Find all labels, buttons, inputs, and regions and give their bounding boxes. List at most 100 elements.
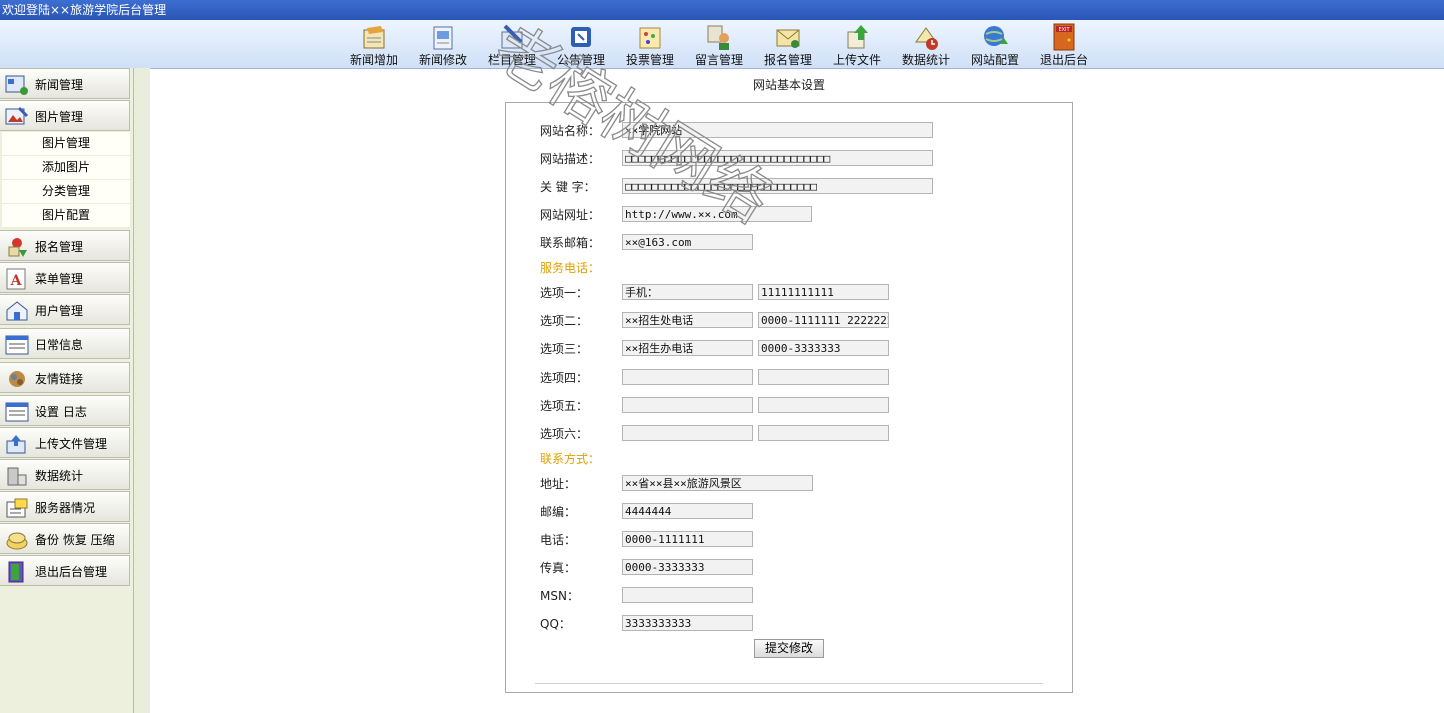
site-config-icon xyxy=(984,26,1008,46)
toolbar-label: 数据统计 xyxy=(901,53,950,67)
option-3-value-input[interactable]: 0000-3333333 xyxy=(758,340,889,356)
toolbar-news-add-button[interactable]: 新闻增加 xyxy=(342,22,406,68)
toolbar-exit-button[interactable]: EXIT 退出后台 xyxy=(1032,22,1096,68)
toolbar-notice-manage-button[interactable]: 公告管理 xyxy=(549,22,613,68)
toolbar-signup-manage-button[interactable]: 报名管理 xyxy=(756,22,820,68)
toolbar-label: 上传文件 xyxy=(832,53,881,67)
option-1-name-input[interactable]: 手机： xyxy=(622,284,753,300)
phone-input[interactable]: 0000-1111111 xyxy=(622,531,753,547)
qq-input[interactable]: 3333333333 xyxy=(622,615,753,631)
toolbar-vote-manage-button[interactable]: 投票管理 xyxy=(618,22,682,68)
option-1-label: 选项一： xyxy=(540,286,589,300)
exit-badge-text: EXIT xyxy=(1058,27,1070,33)
sidebar-item-label: 用户管理 xyxy=(35,304,84,318)
sidebar-item-statistics[interactable]: 数据统计 xyxy=(0,459,130,490)
sidebar-item-label: 日常信息 xyxy=(35,338,84,352)
sidebar-item-logout[interactable]: 退出后台管理 xyxy=(0,555,130,586)
toolbar-column-manage-button[interactable]: 栏目管理 xyxy=(480,22,544,68)
toolbar-message-manage-button[interactable]: 留言管理 xyxy=(687,22,751,68)
option-1-value-input[interactable]: 11111111111 xyxy=(758,284,889,300)
title-bar: 欢迎登陆××旅游学院后台管理 xyxy=(0,0,1444,20)
sidebar-item-label: 图片管理 xyxy=(35,110,84,124)
sidebar-item-user[interactable]: 用户管理 xyxy=(0,294,130,325)
sidebar-subitem-picture-manage[interactable]: 图片管理 xyxy=(2,132,130,156)
submit-button[interactable]: 提交修改 xyxy=(754,639,824,658)
sidebar-item-label: 新闻管理 xyxy=(35,78,84,92)
toolbar-site-config-button[interactable]: 网站配置 xyxy=(963,22,1027,68)
site-desc-input[interactable]: □□□□□□□□□□□□□□□□□□□□□□□□□□□□□□□ xyxy=(622,150,933,166)
logout-icon xyxy=(8,561,24,583)
user-icon xyxy=(6,301,28,321)
site-url-label: 网站网址： xyxy=(540,208,601,222)
link-icon xyxy=(9,371,25,387)
zipcode-input[interactable]: 4444444 xyxy=(622,503,753,519)
news-add-icon xyxy=(363,26,385,49)
address-input[interactable]: ××省××县××旅游风景区 xyxy=(622,475,813,491)
toolbar-label: 退出后台 xyxy=(1039,53,1088,67)
sidebar-item-label: 备份 恢复 压缩 xyxy=(35,533,115,547)
toolbar-label: 公告管理 xyxy=(556,53,605,67)
sidebar-item-signup[interactable]: 报名管理 xyxy=(0,230,130,261)
qq-label: QQ： xyxy=(540,617,571,631)
upload-file-icon xyxy=(847,25,868,49)
daily-info-icon xyxy=(5,335,29,355)
message-manage-icon xyxy=(707,25,729,50)
phone-label: 电话： xyxy=(540,533,577,547)
sidebar-item-upload-file-manage[interactable]: 上传文件管理 xyxy=(0,427,130,458)
email-input[interactable]: ××@163.com xyxy=(622,234,753,250)
option-5-value-input[interactable] xyxy=(758,397,889,413)
site-desc-label: 网站描述： xyxy=(540,152,601,166)
option-2-value-input[interactable]: 0000-1111111 2222222 xyxy=(758,312,889,328)
sidebar-item-backup[interactable]: 备份 恢复 压缩 xyxy=(0,523,130,554)
keywords-input[interactable]: □□□□□□□□□□□□□□□□□□□□□□□□□□□□□ xyxy=(622,178,933,194)
toolbar-upload-file-button[interactable]: 上传文件 xyxy=(825,22,889,68)
top-toolbar: 新闻增加 新闻修改 栏目管理 公告管理 投票管理 留言管理 报名管理 上传文件 … xyxy=(0,20,1444,69)
toolbar-label: 投票管理 xyxy=(625,53,674,67)
site-url-input[interactable]: http://www.××.com xyxy=(622,206,812,222)
msn-input[interactable] xyxy=(622,587,753,603)
news-icon xyxy=(5,75,28,95)
sidebar-item-label: 数据统计 xyxy=(35,469,84,483)
sidebar-item-label: 菜单管理 xyxy=(35,272,84,286)
notice-manage-icon xyxy=(571,27,591,47)
sidebar-item-daily-info[interactable]: 日常信息 xyxy=(0,328,130,359)
column-manage-icon xyxy=(501,24,523,49)
sidebar-item-settings-log[interactable]: 设置 日志 xyxy=(0,395,130,426)
sidebar-item-friend-links[interactable]: 友情链接 xyxy=(0,362,130,393)
keywords-label: 关 键 字： xyxy=(540,180,596,194)
site-name-input[interactable]: ××学院网站 xyxy=(622,122,933,138)
option-2-name-input[interactable]: ××招生处电话 xyxy=(622,312,753,328)
toolbar-label: 报名管理 xyxy=(763,53,812,67)
toolbar-statistics-button[interactable]: 数据统计 xyxy=(894,22,958,68)
statistics-icon xyxy=(915,27,938,50)
sidebar-subitem-add-picture[interactable]: 添加图片 xyxy=(2,156,130,180)
server-icon xyxy=(6,498,28,518)
menu-icon-letter: A xyxy=(10,273,23,289)
toolbar-label: 新闻增加 xyxy=(349,53,398,67)
sidebar-item-menu[interactable]: A 菜单管理 xyxy=(0,262,130,293)
sidebar-item-server[interactable]: 服务器情况 xyxy=(0,491,130,522)
sidebar-splitter[interactable] xyxy=(134,68,150,713)
option-6-name-input[interactable] xyxy=(622,425,753,441)
sidebar-item-label: 报名管理 xyxy=(35,240,84,254)
option-6-value-input[interactable] xyxy=(758,425,889,441)
toolbar-label: 网站配置 xyxy=(970,53,1019,67)
option-2-label: 选项二： xyxy=(540,314,589,328)
signup-manage-icon xyxy=(776,29,800,48)
sidebar-subitem-picture-config[interactable]: 图片配置 xyxy=(2,204,130,228)
toolbar-news-edit-button[interactable]: 新闻修改 xyxy=(411,22,475,68)
option-5-name-input[interactable] xyxy=(622,397,753,413)
sidebar-item-news[interactable]: 新闻管理 xyxy=(0,68,130,99)
option-4-name-input[interactable] xyxy=(622,369,753,385)
option-5-label: 选项五： xyxy=(540,399,589,413)
option-4-value-input[interactable] xyxy=(758,369,889,385)
option-3-name-input[interactable]: ××招生办电话 xyxy=(622,340,753,356)
option-4-label: 选项四： xyxy=(540,371,589,385)
menu-icon: A xyxy=(6,268,26,290)
fax-input[interactable]: 0000-3333333 xyxy=(622,559,753,575)
sidebar-subitem-category-manage[interactable]: 分类管理 xyxy=(2,180,130,204)
fax-label: 传真： xyxy=(540,561,577,575)
upload-icon xyxy=(6,435,26,454)
toolbar-label: 留言管理 xyxy=(694,53,743,67)
sidebar-item-picture[interactable]: 图片管理 xyxy=(0,100,130,131)
